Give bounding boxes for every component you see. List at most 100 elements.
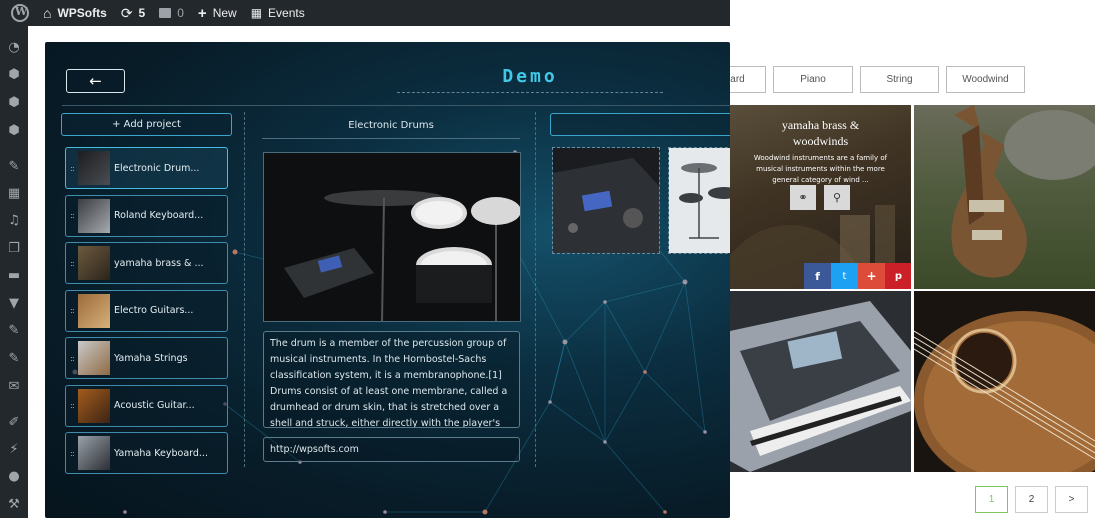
layers-icon[interactable]: ⬢ (6, 123, 22, 139)
column-divider (244, 112, 245, 467)
new-content-menu[interactable]: + New (191, 0, 244, 26)
project-list-item[interactable]: :: Roland Keyboard... (65, 194, 228, 237)
project-url-field[interactable]: http://wpsofts.com (263, 437, 520, 462)
page-2-button[interactable]: 2 (1015, 486, 1048, 513)
project-thumbnail (78, 436, 110, 470)
calendar-icon[interactable]: ▦ (6, 186, 22, 202)
keyboard-image (730, 301, 911, 472)
project-list-item[interactable]: :: Electro Guitars... (65, 289, 228, 332)
updates-menu[interactable]: ⟳ 5 (114, 0, 152, 26)
page-label: 2 (1028, 494, 1035, 505)
add-image-button[interactable] (550, 113, 730, 136)
link-icon[interactable]: ⚭ (790, 185, 816, 210)
filter-label: Woodwind (962, 74, 1009, 85)
network-line (549, 341, 566, 403)
home-icon: ⌂ (43, 5, 52, 21)
drag-handle-icon[interactable]: :: (66, 259, 78, 268)
page-label: > (1068, 494, 1075, 505)
mail-icon[interactable]: ✉ (6, 379, 22, 395)
portfolio-tile-brass[interactable]: yamaha brass & woodwinds Woodwind instru… (730, 105, 911, 289)
search-icon[interactable]: ⚲ (824, 185, 850, 210)
drag-handle-icon[interactable]: :: (66, 354, 78, 363)
gallery-image[interactable] (668, 147, 730, 254)
network-node (603, 300, 607, 304)
header-divider (62, 105, 730, 106)
project-name: Yamaha Keyboard... (114, 447, 208, 459)
refresh-icon: ⟳ (120, 4, 133, 21)
project-thumbnail (78, 151, 110, 185)
layers-icon[interactable]: ⬢ (6, 95, 22, 111)
project-list-item[interactable]: :: Electronic Drum... (65, 147, 228, 189)
project-title-underline (262, 138, 520, 139)
page-1-button[interactable]: 1 (975, 486, 1008, 513)
project-name: yamaha brass & ... (114, 257, 204, 269)
drag-handle-icon[interactable]: :: (66, 449, 78, 458)
drag-handle-icon[interactable]: :: (66, 211, 78, 220)
project-title: Electronic Drums (348, 120, 434, 131)
project-main-image[interactable] (263, 152, 521, 322)
project-thumbnail (78, 388, 110, 423)
portfolio-tile-keyboard[interactable] (730, 291, 911, 472)
share-bar: f t + p (804, 263, 911, 289)
project-list-item[interactable]: :: Yamaha Keyboard... (65, 432, 228, 474)
page-label: 1 (988, 494, 995, 505)
network-line (514, 246, 566, 343)
network-node (703, 430, 707, 434)
gallery-image[interactable] (552, 147, 660, 254)
drag-handle-icon[interactable]: :: (66, 306, 78, 315)
pin-icon[interactable]: ✎ (6, 323, 22, 339)
pinterest-icon[interactable]: p (885, 263, 911, 289)
google-plus-icon[interactable]: + (858, 263, 885, 289)
portfolio-editor-modal: ← Demo + Add project :: Electronic Drum..… (45, 42, 730, 518)
plugins-icon[interactable]: ⚡ (6, 442, 22, 458)
appearance-icon[interactable]: ✐ (6, 415, 22, 431)
portfolio-tile-acoustic-guitar[interactable] (914, 291, 1095, 472)
next-page-button[interactable]: > (1055, 486, 1088, 513)
wordpress-icon (11, 4, 29, 22)
back-button[interactable]: ← (66, 69, 125, 93)
project-list-item[interactable]: :: yamaha brass & ... (65, 242, 228, 284)
network-node (383, 510, 387, 514)
title-underline (397, 92, 663, 93)
feedback-icon[interactable]: ▼ (6, 296, 22, 312)
layers-icon[interactable]: ⬢ (6, 67, 22, 83)
twitter-icon[interactable]: t (831, 263, 858, 289)
events-menu[interactable]: ▦ Events (244, 0, 312, 26)
tools-icon[interactable]: ⚒ (6, 497, 22, 513)
pin-icon[interactable]: ✎ (6, 351, 22, 367)
acoustic-guitar-image (914, 311, 1095, 472)
new-label: New (212, 6, 237, 20)
comments-menu[interactable]: 0 (152, 0, 191, 26)
drag-handle-icon[interactable]: :: (66, 164, 78, 173)
filter-button-string[interactable]: String (860, 66, 939, 93)
project-thumbnail (78, 341, 110, 375)
project-description-field[interactable]: The drum is a member of the percussion g… (263, 331, 520, 428)
users-icon[interactable]: ● (6, 469, 22, 485)
drag-handle-icon[interactable]: :: (66, 401, 78, 410)
network-node (562, 339, 568, 345)
network-node (548, 400, 552, 404)
project-list-item[interactable]: :: Yamaha Strings (65, 337, 228, 379)
network-node (123, 510, 127, 514)
project-name: Acoustic Guitar... (114, 400, 195, 411)
project-thumbnail (78, 246, 110, 280)
portfolio-tile-electro-guitar[interactable] (914, 105, 1095, 289)
add-project-button[interactable]: + Add project (61, 113, 232, 136)
dashboard-icon[interactable]: ◔ (6, 40, 22, 56)
events-label: Events (268, 6, 305, 20)
site-name-menu[interactable]: ⌂ WPSofts (36, 0, 114, 26)
comments-count: 0 (177, 6, 184, 20)
filter-button-woodwind[interactable]: Woodwind (946, 66, 1025, 93)
comments-icon[interactable]: ▬ (6, 268, 22, 284)
filter-button-piano[interactable]: Piano (773, 66, 853, 93)
project-list-item[interactable]: :: Acoustic Guitar... (65, 384, 228, 427)
electric-guitar-image (951, 105, 1095, 278)
calendar-icon: ▦ (250, 6, 263, 20)
media-icon[interactable]: ♫ (6, 213, 22, 229)
wp-admin-sidebar: ◔ ⬢ ⬢ ⬢ ✎ ▦ ♫ ❐ ▬ ▼ ✎ ✎ ✉ ✐ ⚡ ● ⚒ (0, 26, 28, 518)
pages-icon[interactable]: ❐ (6, 241, 22, 257)
facebook-icon[interactable]: f (804, 263, 831, 289)
filter-label: String (886, 74, 913, 85)
pin-icon[interactable]: ✎ (6, 159, 22, 175)
wp-logo-menu[interactable] (0, 0, 36, 26)
